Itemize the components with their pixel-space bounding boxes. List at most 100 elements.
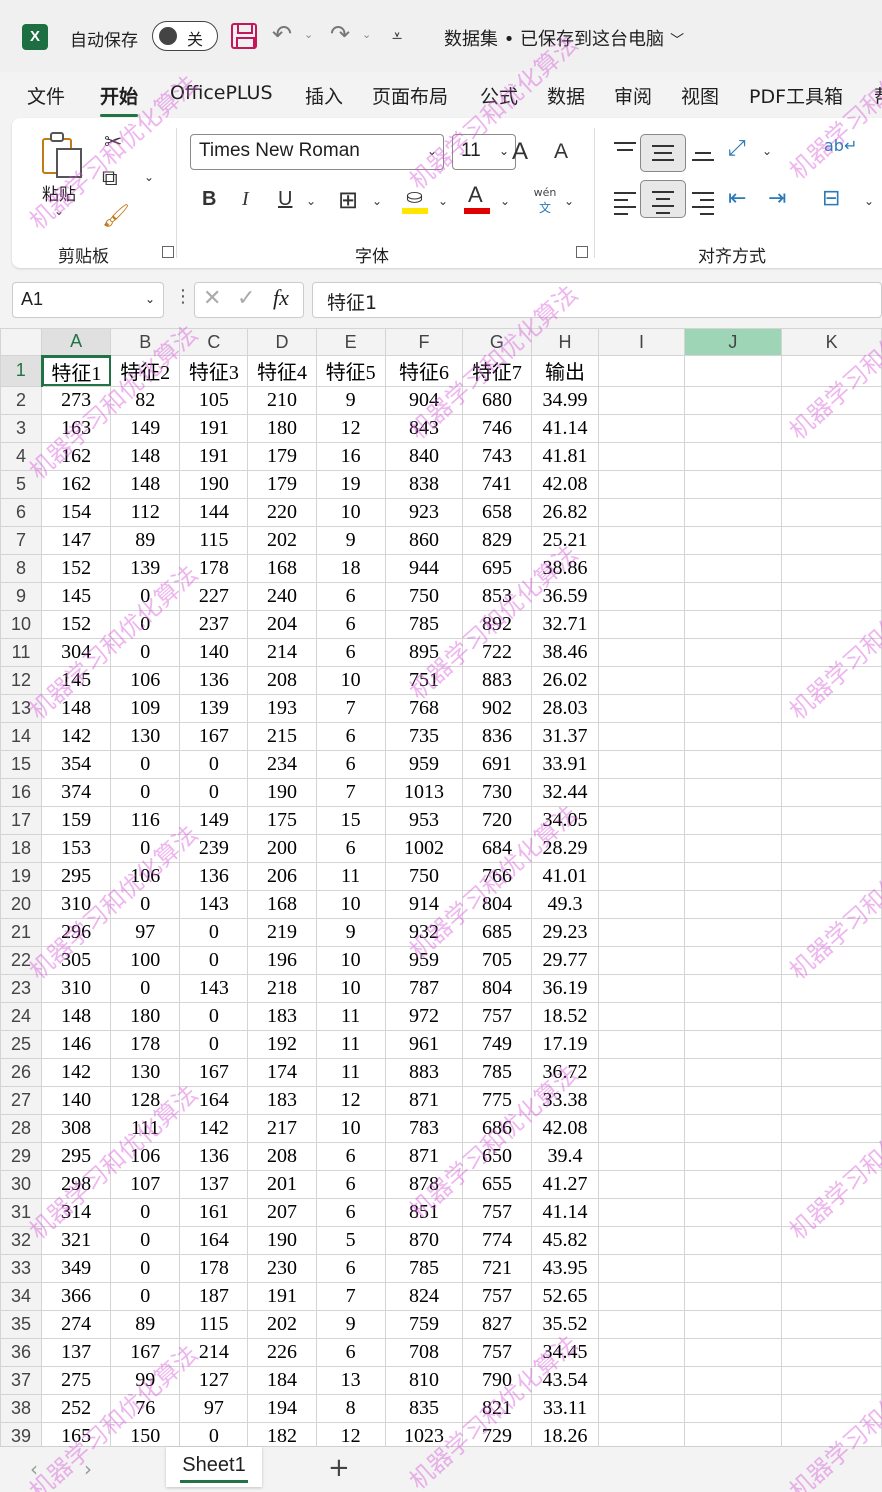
cell[interactable]: 164 [179, 1085, 249, 1115]
cell[interactable]: 6 [315, 581, 386, 611]
cell[interactable]: 140 [179, 637, 249, 667]
cell[interactable]: 892 [462, 609, 532, 639]
cell[interactable] [683, 1085, 783, 1115]
cell[interactable]: 321 [41, 1225, 112, 1255]
cell[interactable]: 1023 [384, 1421, 464, 1446]
cell[interactable]: 0 [110, 1281, 181, 1311]
fill-color-icon[interactable]: ⛀ [402, 184, 430, 214]
cell[interactable]: 34.05 [530, 805, 600, 835]
column-header-a[interactable]: A [41, 328, 112, 357]
row-header[interactable]: 24 [0, 1001, 43, 1031]
cell[interactable]: 234 [247, 749, 317, 779]
cell[interactable]: 959 [384, 749, 464, 779]
borders-icon[interactable]: ⊞ [338, 186, 358, 214]
cell[interactable] [598, 1365, 685, 1395]
cell[interactable] [683, 777, 783, 807]
cell[interactable]: 194 [247, 1393, 317, 1423]
cell[interactable]: 871 [384, 1141, 464, 1171]
cell[interactable]: 214 [247, 637, 317, 667]
cell[interactable] [781, 973, 882, 1003]
cell[interactable]: 190 [247, 777, 317, 807]
cell[interactable]: 147 [41, 525, 112, 555]
cell[interactable]: 685 [462, 917, 532, 947]
cell[interactable]: 9 [315, 525, 386, 555]
cell[interactable]: 178 [179, 1253, 249, 1283]
cell[interactable]: 26.02 [530, 665, 600, 695]
save-icon[interactable] [231, 23, 257, 49]
cell[interactable]: 0 [179, 1001, 249, 1031]
cell[interactable]: 210 [247, 385, 317, 415]
cell[interactable] [781, 1421, 882, 1446]
cell[interactable] [781, 833, 882, 863]
cell[interactable]: 52.65 [530, 1281, 600, 1311]
row-header[interactable]: 12 [0, 665, 43, 695]
cell[interactable]: 178 [179, 553, 249, 583]
cell[interactable]: 107 [110, 1169, 181, 1199]
cell[interactable]: 208 [247, 1141, 317, 1171]
cell[interactable]: 851 [384, 1197, 464, 1227]
cell[interactable] [781, 1085, 882, 1115]
cell[interactable]: 750 [384, 861, 464, 891]
copy-icon[interactable]: ⧉ [102, 166, 118, 191]
tab-insert[interactable]: 插入 [305, 82, 343, 109]
row-header[interactable]: 32 [0, 1225, 43, 1255]
merge-center-icon[interactable]: ⊟ [822, 186, 840, 211]
cell[interactable] [598, 833, 685, 863]
cell[interactable]: 895 [384, 637, 464, 667]
cell[interactable] [598, 581, 685, 611]
row-header[interactable]: 35 [0, 1309, 43, 1339]
row-header[interactable]: 9 [0, 581, 43, 611]
cell[interactable]: 28.03 [530, 693, 600, 723]
cell[interactable] [683, 497, 783, 527]
paste-icon[interactable] [42, 130, 82, 178]
cell[interactable]: 193 [247, 693, 317, 723]
cell[interactable]: 输出 [530, 355, 600, 387]
cell[interactable]: 860 [384, 525, 464, 555]
cell[interactable]: 0 [179, 1029, 249, 1059]
cell[interactable]: 774 [462, 1225, 532, 1255]
cell[interactable]: 39.4 [530, 1141, 600, 1171]
row-header[interactable]: 6 [0, 497, 43, 527]
cell[interactable]: 6 [315, 1141, 386, 1171]
cell[interactable]: 106 [110, 665, 181, 695]
cell[interactable] [598, 1421, 685, 1446]
cell[interactable] [598, 917, 685, 947]
cell[interactable]: 785 [384, 1253, 464, 1283]
cell[interactable]: 821 [462, 1393, 532, 1423]
cell[interactable] [781, 609, 882, 639]
cell[interactable]: 201 [247, 1169, 317, 1199]
cell[interactable]: 36.59 [530, 581, 600, 611]
row-header[interactable]: 29 [0, 1141, 43, 1171]
cell[interactable]: 11 [315, 861, 386, 891]
cell[interactable] [598, 693, 685, 723]
cell[interactable]: 100 [110, 945, 181, 975]
cell[interactable]: 137 [179, 1169, 249, 1199]
cell[interactable] [598, 1113, 685, 1143]
cell[interactable]: 972 [384, 1001, 464, 1031]
cell[interactable] [598, 1393, 685, 1423]
cell[interactable]: 840 [384, 441, 464, 471]
cell[interactable]: 310 [41, 973, 112, 1003]
cell[interactable] [598, 945, 685, 975]
cell[interactable]: 特征4 [247, 355, 317, 387]
cell[interactable]: 130 [110, 721, 181, 751]
tab-pdf-toolbox[interactable]: PDF工具箱 [749, 82, 843, 109]
cell[interactable]: 923 [384, 497, 464, 527]
cell[interactable]: 870 [384, 1225, 464, 1255]
cell[interactable]: 7 [315, 693, 386, 723]
cell[interactable] [683, 945, 783, 975]
cell[interactable] [781, 1057, 882, 1087]
cell[interactable]: 308 [41, 1113, 112, 1143]
cell[interactable] [781, 665, 882, 695]
row-header[interactable]: 38 [0, 1393, 43, 1423]
cell[interactable]: 32.44 [530, 777, 600, 807]
row-header[interactable]: 30 [0, 1169, 43, 1199]
cell[interactable] [598, 1309, 685, 1339]
row-header[interactable]: 15 [0, 749, 43, 779]
cell[interactable]: 0 [110, 1197, 181, 1227]
cell[interactable]: 25.21 [530, 525, 600, 555]
cell[interactable] [598, 665, 685, 695]
cell[interactable] [598, 469, 685, 499]
cell[interactable]: 0 [179, 1421, 249, 1446]
cell[interactable]: 165 [41, 1421, 112, 1446]
